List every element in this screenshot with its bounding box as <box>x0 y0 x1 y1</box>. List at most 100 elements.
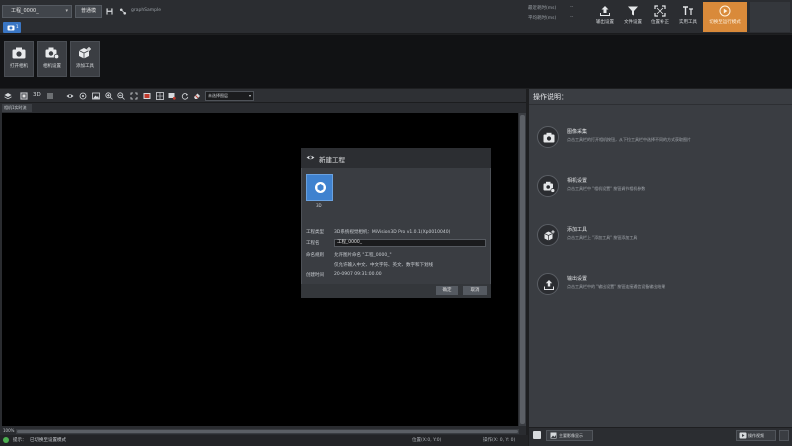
main-image-display-label: 主要影像显示 <box>559 433 583 438</box>
position-correction-button[interactable]: 位置补正 <box>647 2 673 32</box>
main-image-display-button[interactable]: 主要影像显示 <box>546 430 593 441</box>
status-label: 提示： <box>13 438 27 443</box>
project-type-label: 工程类型 <box>306 230 324 235</box>
created-time-value: 20-0907 09:31:00.00 <box>334 272 382 277</box>
chevron-down-icon: ▾ <box>248 93 251 98</box>
dialog-title: 新建工程 <box>319 156 345 164</box>
eraser-icon[interactable] <box>193 92 201 100</box>
utility-tools-button[interactable]: 实用工具 <box>675 2 701 32</box>
status-message: 已切换至设置模式 <box>30 438 66 443</box>
cursor-position: 位置(X:0, Y:0) <box>412 438 442 443</box>
help-item-icon <box>537 224 559 246</box>
output-settings-button[interactable]: 输出设置 <box>592 2 618 32</box>
operation-video-label: 操作视频 <box>748 433 764 438</box>
grid-icon[interactable] <box>156 92 164 100</box>
file-settings-button[interactable]: 文件设置 <box>620 2 646 32</box>
open-camera-button[interactable]: 打开相机 <box>4 41 34 77</box>
project-type-tile[interactable] <box>306 174 333 201</box>
camera-tab[interactable]: 1 <box>3 22 21 33</box>
camera-stream-tab[interactable]: 相机1实时流 <box>2 104 32 112</box>
layer-select[interactable]: 未选择图层 ▾ <box>205 91 254 101</box>
help-item-desc: 点击工具栏中的 "输出设置" 按钮连接通信设备输出结果 <box>567 284 666 289</box>
average-time-label: 平均耗时(ms) <box>528 16 557 21</box>
help-panel-title: 操作说明： <box>533 93 568 101</box>
target-icon[interactable] <box>79 92 87 100</box>
average-time-value: -- <box>570 15 574 20</box>
scrollbar-thumb[interactable] <box>520 115 525 424</box>
help-item-heading: 输出设置 <box>567 276 588 282</box>
filter-icon <box>628 6 638 16</box>
cancel-button[interactable]: 取消 <box>463 286 487 295</box>
utility-tools-label: 实用工具 <box>679 20 697 25</box>
image-edit-icon[interactable] <box>168 92 176 100</box>
add-tool-icon <box>544 230 555 241</box>
status-indicator-icon <box>3 437 9 443</box>
help-item-desc: 点击工具栏的打开相机按钮，从下拉工具栏中选择不同的方式获取图片 <box>567 137 691 142</box>
camera-settings-label: 相机设置 <box>43 64 61 69</box>
open-camera-label: 打开相机 <box>10 64 28 69</box>
picture-icon[interactable] <box>143 92 151 100</box>
camera-stream-tab-label: 相机1实时流 <box>4 105 27 110</box>
ok-button[interactable]: 确定 <box>436 286 458 295</box>
list-icon[interactable] <box>46 92 54 100</box>
graph-icon[interactable] <box>119 8 127 15</box>
project-select[interactable]: 工程_0000_ ▾ <box>2 5 72 18</box>
mode-select-value: 普通模 <box>80 8 96 14</box>
project-select-value: 工程_0000_ <box>11 8 39 14</box>
text-tool-icon <box>683 6 693 15</box>
eye-icon <box>306 155 315 160</box>
camera-icon <box>7 25 15 31</box>
scrollbar-thumb[interactable] <box>17 430 518 433</box>
horizontal-scrollbar[interactable] <box>16 429 519 434</box>
file-settings-label: 文件设置 <box>624 20 642 25</box>
project-name-input[interactable]: 工程_0000_ <box>334 239 486 247</box>
naming-rule-label: 命名规则 <box>306 253 324 258</box>
fit-screen-icon[interactable] <box>130 92 138 100</box>
image-icon[interactable] <box>92 92 100 100</box>
expand-icon <box>654 5 666 17</box>
save-icon[interactable] <box>106 8 113 15</box>
mode-select[interactable]: 普通模 <box>75 5 102 18</box>
refresh-icon[interactable] <box>181 92 189 100</box>
switch-to-run-mode-button[interactable]: 切换至运行模式 <box>703 2 747 32</box>
image-icon <box>550 432 557 439</box>
project-type-caption: 3D <box>316 203 322 208</box>
divider <box>529 104 792 105</box>
2d-view-icon[interactable] <box>20 92 28 100</box>
help-icon[interactable] <box>533 431 541 439</box>
naming-rule-line2: 仅允许输入中文、中文字符、英文、数字和下划线 <box>334 263 433 268</box>
naming-rule-line1: 允许图片命名 "工程_0000_" <box>334 253 392 258</box>
created-time-label: 创建时间 <box>306 273 324 278</box>
window-controls-area <box>750 2 790 32</box>
zoom-level: 100% <box>3 428 15 433</box>
layers-icon[interactable] <box>4 92 12 100</box>
3d-view-button[interactable]: 3D <box>33 92 41 98</box>
operation-video-button[interactable]: 操作视频 <box>736 430 776 441</box>
zoom-out-icon[interactable] <box>117 92 125 100</box>
zoom-in-icon[interactable] <box>105 92 113 100</box>
help-item-icon <box>537 175 559 197</box>
eye-icon[interactable] <box>66 92 74 100</box>
video-icon <box>739 432 747 439</box>
new-project-dialog <box>301 148 491 298</box>
layer-select-value: 未选择图层 <box>208 93 228 98</box>
camera-icon <box>543 132 555 143</box>
project-name-value: 工程_0000_ <box>337 240 362 245</box>
project-name-label: 工程名 <box>306 241 320 246</box>
camera-tab-index: 1 <box>16 24 19 29</box>
help-item-heading: 图像采集 <box>567 129 588 135</box>
latest-time-value: -- <box>570 5 574 10</box>
help-item-desc: 点击工具栏中 "相机设置" 按钮调节相机参数 <box>567 186 646 191</box>
help-item-heading: 相机设置 <box>567 178 588 184</box>
output-settings-label: 输出设置 <box>596 20 614 25</box>
help-item-icon <box>537 126 559 148</box>
vertical-scrollbar[interactable] <box>519 113 526 426</box>
camera-icon <box>12 47 26 59</box>
help-item-icon <box>537 273 559 295</box>
help-item-desc: 点击工具栏上 "添加工具" 按钮添加工具 <box>567 235 638 240</box>
add-tool-button[interactable]: 添加工具 <box>70 41 100 77</box>
camera-settings-button[interactable]: 相机设置 <box>37 41 67 77</box>
upload-icon <box>544 280 554 290</box>
panel-toggle-button[interactable] <box>779 430 789 441</box>
latest-time-label: 最近耗时(ms) <box>528 6 557 11</box>
